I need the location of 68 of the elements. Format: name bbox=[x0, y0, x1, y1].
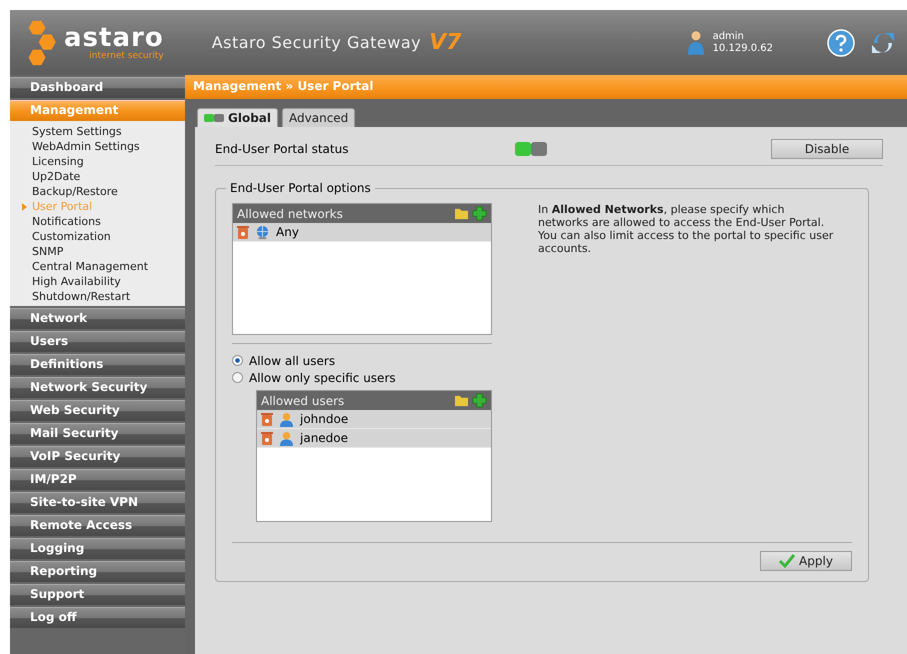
nav-item[interactable]: Customization bbox=[10, 229, 185, 244]
add-icon[interactable] bbox=[472, 393, 487, 408]
nav-section[interactable]: Web Security bbox=[10, 400, 185, 421]
breadcrumb: Management » User Portal bbox=[185, 75, 907, 99]
nav-section[interactable]: Network bbox=[10, 308, 185, 329]
nav-item[interactable]: WebAdmin Settings bbox=[10, 139, 185, 154]
product-title: Astaro Security Gateway bbox=[212, 33, 422, 52]
status-toggle[interactable] bbox=[515, 141, 547, 157]
nav-section[interactable]: IM/P2P bbox=[10, 469, 185, 490]
nav-section[interactable]: Log off bbox=[10, 607, 185, 628]
nav-item[interactable]: Central Management bbox=[10, 259, 185, 274]
disable-button[interactable]: Disable bbox=[771, 139, 883, 159]
nav-section[interactable]: Site-to-site VPN bbox=[10, 492, 185, 513]
tab[interactable]: Advanced bbox=[282, 108, 356, 127]
nav-section[interactable]: VoIP Security bbox=[10, 446, 185, 467]
list-row[interactable]: janedoe bbox=[257, 429, 491, 448]
nav-item[interactable]: High Availability bbox=[10, 274, 185, 289]
version-label: V7 bbox=[429, 30, 462, 55]
list-row[interactable]: johndoe bbox=[257, 410, 491, 429]
nav-section[interactable]: Mail Security bbox=[10, 423, 185, 444]
checkmark-icon bbox=[779, 554, 796, 568]
list-title: Allowed networks bbox=[237, 206, 344, 220]
help-icon[interactable] bbox=[827, 28, 855, 56]
group-legend: End-User Portal options bbox=[226, 181, 375, 195]
help-text: In Allowed Networks, please specify which networks are allowed to access the End-User Portal. You can also limit access to the portal to specific user accounts. bbox=[538, 203, 834, 257]
folder-icon[interactable] bbox=[454, 207, 469, 220]
nav-item[interactable]: Up2Date bbox=[10, 169, 185, 184]
tab[interactable]: Global bbox=[197, 108, 278, 127]
nav-section[interactable]: Users bbox=[10, 331, 185, 352]
trash-icon[interactable] bbox=[237, 225, 249, 239]
list-row[interactable]: Any bbox=[233, 223, 491, 242]
radio-button[interactable] bbox=[232, 372, 243, 383]
logo-text: astaro bbox=[64, 24, 164, 50]
nav-item[interactable]: System Settings bbox=[10, 124, 185, 139]
nav-section[interactable]: Support bbox=[10, 584, 185, 605]
status-label: End-User Portal status bbox=[215, 142, 350, 156]
list-title: Allowed users bbox=[261, 394, 346, 408]
nav-item[interactable]: Backup/Restore bbox=[10, 184, 185, 199]
person-icon bbox=[686, 30, 705, 56]
person-icon bbox=[279, 412, 294, 426]
user-name: admin bbox=[712, 30, 745, 42]
nav-section[interactable]: Definitions bbox=[10, 354, 185, 375]
nav-section[interactable]: Remote Access bbox=[10, 515, 185, 536]
row-name: johndoe bbox=[300, 412, 348, 426]
logo-tagline: internet security bbox=[89, 50, 164, 60]
nav-item[interactable]: Licensing bbox=[10, 154, 185, 169]
ip-address: 10.129.0.62 bbox=[712, 42, 773, 54]
nav-section[interactable]: Dashboard bbox=[10, 77, 185, 98]
folder-icon[interactable] bbox=[454, 394, 469, 407]
trash-icon[interactable] bbox=[261, 412, 273, 426]
row-name: janedoe bbox=[300, 431, 348, 445]
nav-item[interactable]: SNMP bbox=[10, 244, 185, 259]
nav-item[interactable]: Notifications bbox=[10, 214, 185, 229]
add-icon[interactable] bbox=[472, 206, 487, 221]
nav-section[interactable]: Network Security bbox=[10, 377, 185, 398]
radio-button[interactable] bbox=[232, 355, 243, 366]
radio-label: Allow only specific users bbox=[249, 370, 396, 384]
globe-icon bbox=[255, 224, 270, 240]
radio-label: Allow all users bbox=[249, 354, 336, 368]
toggle-icon bbox=[204, 113, 224, 123]
row-name: Any bbox=[276, 225, 299, 239]
nav-section[interactable]: Reporting bbox=[10, 561, 185, 582]
nav-section[interactable]: Logging bbox=[10, 538, 185, 559]
nav-item[interactable]: Shutdown/Restart bbox=[10, 289, 185, 304]
pointer-icon bbox=[22, 203, 27, 211]
trash-icon[interactable] bbox=[261, 431, 273, 445]
apply-button[interactable]: Apply bbox=[760, 551, 852, 571]
person-icon bbox=[279, 430, 294, 446]
